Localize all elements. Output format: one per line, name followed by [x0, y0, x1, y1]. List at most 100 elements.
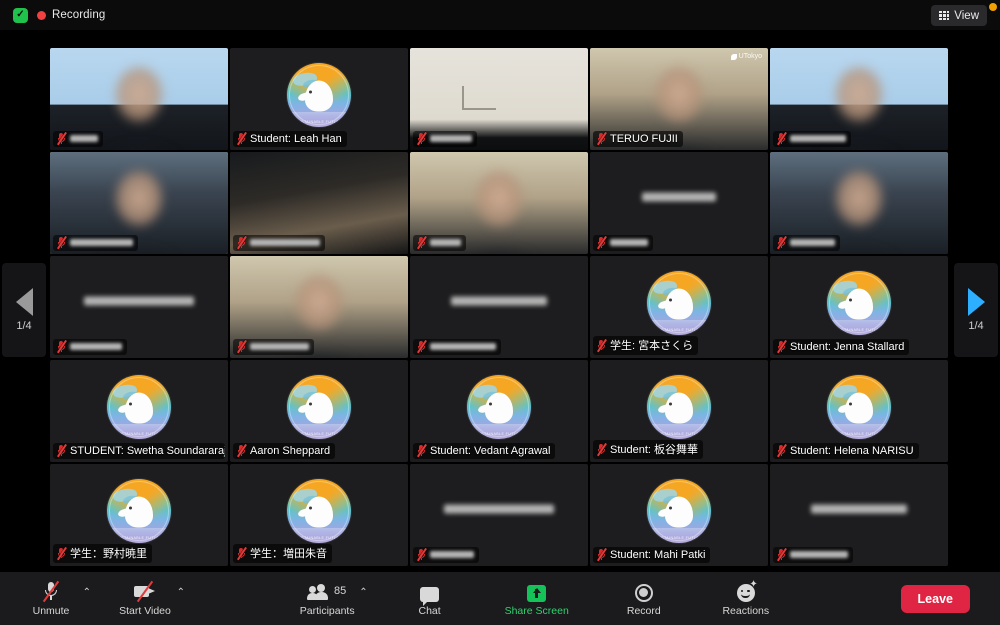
redacted-name-text [430, 135, 472, 142]
window-corner-indicator [989, 3, 997, 11]
participants-count: 85 [334, 585, 347, 597]
participant-tile[interactable]: SUSTAINABLE FUTURE Student: Vedant Agrawa… [410, 360, 588, 462]
view-button-label: View [954, 9, 979, 22]
participants-chevron-up-icon[interactable]: ⌃ [359, 587, 367, 598]
reactions-label: Reactions [722, 604, 770, 617]
meeting-toolbar: Unmute ⌃ Start Video ⌃ 85 Participants ⌃… [0, 572, 1000, 625]
participant-tile[interactable] [50, 48, 228, 150]
record-button[interactable]: Record [617, 581, 671, 617]
participant-tile[interactable]: SUSTAINABLE FUTURE Student: Jenna Stallar… [770, 256, 948, 358]
participant-name-label: 学生：野村暁里 [53, 544, 152, 563]
participant-tile[interactable]: SUSTAINABLE FUTURE Student: 板谷舞華 [590, 360, 768, 462]
participant-tile[interactable] [410, 256, 588, 358]
participant-tile[interactable]: UTokyo TERUO FUJII [590, 48, 768, 150]
previous-page-button[interactable]: 1/4 [2, 263, 46, 357]
participant-avatar-logo: SUSTAINABLE FUTURE [647, 478, 711, 543]
redacted-display-name [444, 504, 554, 514]
participant-tile[interactable] [770, 152, 948, 254]
unmute-button[interactable]: Unmute ⌃ [24, 580, 91, 617]
next-page-button[interactable]: 1/4 [954, 263, 998, 357]
redacted-name-text [250, 239, 320, 246]
redacted-display-name [811, 504, 907, 514]
reactions-button[interactable]: ✦ Reactions [719, 579, 773, 617]
redacted-name-text [430, 343, 496, 350]
mic-muted-icon [42, 580, 60, 602]
mic-muted-icon [416, 339, 427, 354]
participant-tile[interactable] [410, 464, 588, 566]
chevron-left-page-icon [15, 288, 33, 316]
participant-name-label: STUDENT: Swetha Soundararajan [53, 443, 225, 459]
participant-name-text: Student: Jenna Stallard [790, 340, 905, 353]
recording-status-group: ✓ Recording [13, 7, 105, 23]
participant-name-label: Student: Helena NARISU [773, 443, 919, 459]
utokyo-watermark: UTokyo [730, 53, 762, 60]
participant-name-label [773, 131, 851, 147]
participant-tile[interactable] [230, 152, 408, 254]
mic-muted-icon [416, 131, 427, 146]
participant-tile[interactable] [590, 152, 768, 254]
participant-tile[interactable]: SUSTAINABLE FUTURE 学生：増田朱音 [230, 464, 408, 566]
mic-muted-icon [416, 235, 427, 250]
participant-tile[interactable]: SUSTAINABLE FUTURE Student: Helena NARISU [770, 360, 948, 462]
participant-tile[interactable] [230, 256, 408, 358]
chat-button[interactable]: Chat [403, 581, 457, 617]
redacted-name-text [790, 551, 848, 558]
participant-tile[interactable]: SUSTAINABLE FUTURE Student: Mahi Patki [590, 464, 768, 566]
participant-name-label [53, 131, 103, 147]
participant-tile[interactable]: SUSTAINABLE FUTURE Aaron Sheppard [230, 360, 408, 462]
participant-name-text: Student: Vedant Agrawal [430, 444, 551, 457]
participant-tile[interactable]: SUSTAINABLE FUTURE STUDENT: Swetha Sounda… [50, 360, 228, 462]
participant-avatar-logo: SUSTAINABLE FUTURE [827, 374, 891, 439]
redacted-name-text [70, 343, 122, 350]
participant-name-text: Student: Helena NARISU [790, 444, 914, 457]
top-status-bar: ✓ Recording View [0, 0, 1000, 30]
participants-button[interactable]: 85 Participants ⌃ [300, 581, 368, 617]
participant-name-text: 学生：野村暁里 [70, 548, 147, 560]
mic-muted-icon [236, 339, 247, 354]
camera-off-icon [134, 580, 156, 602]
start-video-label: Start Video [119, 604, 171, 617]
participant-tile[interactable] [410, 48, 588, 150]
chat-label: Chat [418, 604, 441, 617]
wall-frame-corner [462, 86, 496, 110]
page-counter-left: 1/4 [16, 320, 32, 332]
participant-name-label: Student: Mahi Patki [593, 547, 711, 563]
participant-tile[interactable] [50, 152, 228, 254]
participant-tile[interactable] [770, 464, 948, 566]
share-screen-icon [527, 581, 547, 602]
participant-tile[interactable]: SUSTAINABLE FUTURE Student: Leah Han [230, 48, 408, 150]
mic-muted-icon [416, 547, 427, 562]
mic-muted-icon [236, 131, 247, 146]
grid-view-icon [939, 10, 950, 21]
mic-muted-icon [596, 131, 607, 146]
shield-check-icon[interactable]: ✓ [13, 7, 28, 23]
mic-muted-icon [776, 443, 787, 458]
participant-avatar-logo: SUSTAINABLE FUTURE [647, 270, 711, 335]
participant-name-label [413, 339, 501, 355]
participant-tile[interactable] [50, 256, 228, 358]
mic-muted-icon [596, 547, 607, 562]
redacted-name-text [430, 239, 461, 246]
participant-tile[interactable]: SUSTAINABLE FUTURE 学生：野村暁里 [50, 464, 228, 566]
mic-muted-icon [56, 443, 67, 458]
participant-tile[interactable] [410, 152, 588, 254]
participant-name-label: Student: 板谷舞華 [593, 440, 704, 459]
audio-options-chevron-up-icon[interactable]: ⌃ [83, 587, 91, 598]
participant-name-label [53, 235, 138, 251]
participant-name-text: Aaron Sheppard [250, 444, 331, 457]
start-video-button[interactable]: Start Video ⌃ [118, 580, 185, 617]
redacted-display-name [642, 192, 716, 202]
record-dot-icon [37, 10, 46, 20]
participant-avatar-logo: SUSTAINABLE FUTURE [647, 374, 711, 439]
participant-tile[interactable]: SUSTAINABLE FUTURE 学生: 宮本さくら [590, 256, 768, 358]
participant-tile[interactable] [770, 48, 948, 150]
participant-name-label [233, 339, 314, 355]
share-screen-button[interactable]: Share Screen [505, 581, 569, 617]
mic-muted-icon [56, 546, 67, 560]
leave-button[interactable]: Leave [900, 584, 970, 613]
view-button[interactable]: View [931, 5, 987, 26]
video-options-chevron-up-icon[interactable]: ⌃ [177, 587, 185, 598]
redacted-name-text [790, 239, 835, 246]
mic-muted-icon [596, 442, 607, 456]
participant-avatar-logo: SUSTAINABLE FUTURE [107, 478, 171, 543]
